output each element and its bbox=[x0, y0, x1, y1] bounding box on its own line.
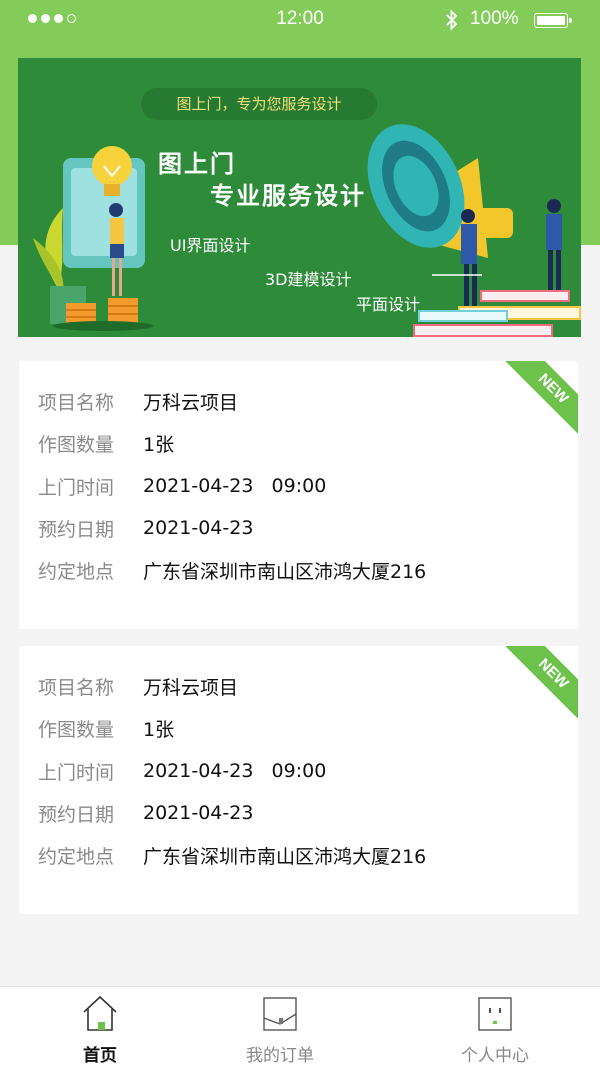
field-value: 2021-04-23 bbox=[143, 517, 254, 539]
field-row-project: 项目名称 万科云项目 bbox=[38, 386, 238, 416]
field-label: 约定地点 bbox=[38, 560, 115, 583]
field-row-booking-date: 预约日期 2021-04-23 bbox=[38, 513, 253, 543]
field-label: 项目名称 bbox=[38, 391, 115, 414]
home-icon bbox=[83, 995, 117, 1031]
field-row-quantity: 作图数量 1张 bbox=[38, 713, 174, 743]
tab-label: 首页 bbox=[83, 1046, 117, 1066]
status-bar: 12:00 100% bbox=[0, 0, 600, 40]
promo-banner[interactable]: 图上门，专为您服务设计 图上门 专业服务设计 UI界面设计 3D建模设计 平面设… bbox=[18, 58, 581, 337]
bottom-tab-bar: 首页 我的订单 个人中心 bbox=[0, 986, 600, 1067]
battery-icon bbox=[534, 13, 572, 28]
order-card[interactable]: NEW 项目名称 万科云项目 作图数量 1张 上门时间 2021-04-23 0… bbox=[19, 361, 578, 629]
field-label: 上门时间 bbox=[38, 761, 115, 784]
tab-profile[interactable]: 个人中心 bbox=[395, 987, 595, 1067]
field-label: 作图数量 bbox=[38, 433, 115, 456]
field-value: 广东省深圳市南山区沛鸿大厦216 bbox=[143, 560, 427, 583]
new-badge: NEW bbox=[504, 361, 578, 438]
field-value: 广东省深圳市南山区沛鸿大厦216 bbox=[143, 845, 427, 868]
banner-subtitle: 专业服务设计 bbox=[210, 182, 366, 210]
field-value: 1张 bbox=[143, 718, 175, 741]
profile-icon bbox=[478, 997, 512, 1031]
tab-orders[interactable]: 我的订单 bbox=[180, 987, 380, 1067]
order-card[interactable]: NEW 项目名称 万科云项目 作图数量 1张 上门时间 2021-04-23 0… bbox=[19, 646, 578, 914]
new-badge: NEW bbox=[504, 646, 578, 723]
field-value: 万科云项目 bbox=[143, 676, 239, 699]
banner-title: 图上门 bbox=[158, 150, 236, 178]
field-label: 预约日期 bbox=[38, 803, 115, 826]
field-label: 约定地点 bbox=[38, 845, 115, 868]
tab-label: 我的订单 bbox=[246, 1046, 314, 1066]
field-value: 2021-04-23 09:00 bbox=[143, 760, 327, 782]
field-label: 上门时间 bbox=[38, 476, 115, 499]
field-row-booking-date: 预约日期 2021-04-23 bbox=[38, 798, 253, 828]
field-row-quantity: 作图数量 1张 bbox=[38, 428, 174, 458]
banner-item-flat: 平面设计 bbox=[356, 295, 421, 314]
field-row-project: 项目名称 万科云项目 bbox=[38, 671, 238, 701]
field-label: 作图数量 bbox=[38, 718, 115, 741]
banner-item-ui: UI界面设计 bbox=[170, 236, 251, 255]
tab-home[interactable]: 首页 bbox=[0, 987, 200, 1067]
field-row-visit-time: 上门时间 2021-04-23 09:00 bbox=[38, 756, 326, 786]
banner-item-3d: 3D建模设计 bbox=[265, 270, 352, 289]
bluetooth-icon bbox=[446, 9, 458, 31]
battery-percent: 100% bbox=[470, 8, 519, 29]
field-row-location: 约定地点 广东省深圳市南山区沛鸿大厦216 bbox=[38, 840, 426, 870]
banner-slogan: 图上门，专为您服务设计 bbox=[141, 88, 377, 120]
tab-label: 个人中心 bbox=[461, 1046, 529, 1066]
field-value: 2021-04-23 09:00 bbox=[143, 475, 327, 497]
field-value: 2021-04-23 bbox=[143, 802, 254, 824]
field-label: 预约日期 bbox=[38, 518, 115, 541]
field-value: 1张 bbox=[143, 433, 175, 456]
field-row-location: 约定地点 广东省深圳市南山区沛鸿大厦216 bbox=[38, 555, 426, 585]
field-label: 项目名称 bbox=[38, 676, 115, 699]
field-row-visit-time: 上门时间 2021-04-23 09:00 bbox=[38, 471, 326, 501]
order-icon bbox=[263, 997, 297, 1031]
field-value: 万科云项目 bbox=[143, 391, 239, 414]
